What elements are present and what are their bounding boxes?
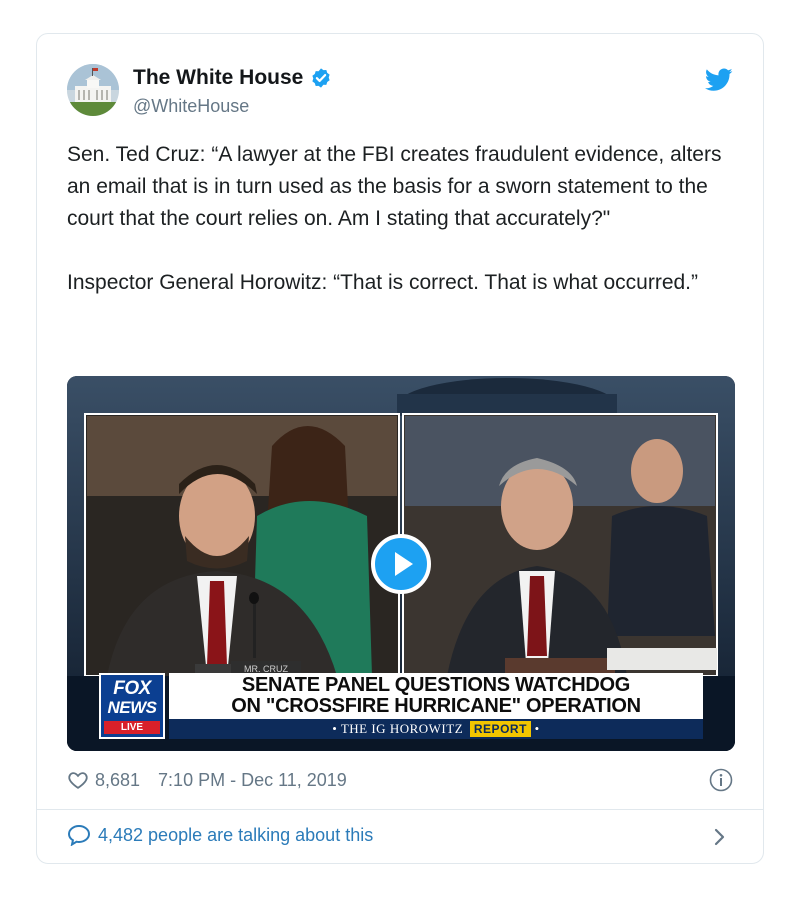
verified-badge-icon	[312, 68, 330, 88]
white-house-avatar-image	[67, 64, 119, 116]
news-chyron: FOX NEWS LIVE SENATE PANEL QUESTIONS WAT…	[99, 673, 703, 739]
headline-line-2: ON "CROSSFIRE HURRICANE" OPERATION	[231, 695, 641, 717]
author-display-name[interactable]: The White House	[133, 66, 303, 90]
tweet-paragraph-1: Sen. Ted Cruz: “A lawyer at the FBI crea…	[67, 143, 722, 230]
play-button[interactable]	[371, 534, 431, 594]
chyron-subline: • THE IG HOROWITZ REPORT •	[169, 719, 703, 739]
tweet-paragraph-2: Inspector General Horowitz: “That is cor…	[67, 271, 699, 294]
timestamp[interactable]: 7:10 PM - Dec 11, 2019	[158, 770, 347, 791]
fox-news-logo: FOX NEWS LIVE	[99, 673, 165, 739]
play-icon	[394, 552, 413, 576]
divider	[37, 809, 763, 810]
avatar[interactable]	[67, 64, 119, 116]
comment-bubble-icon	[67, 824, 91, 846]
author-row: The White House	[133, 66, 332, 90]
headline-line-1: SENATE PANEL QUESTIONS WATCHDOG	[241, 674, 631, 696]
logo-line-1: FOX	[113, 678, 151, 699]
live-badge: LIVE	[104, 721, 160, 734]
report-badge: REPORT	[469, 721, 531, 737]
conversation-link[interactable]: 4,482 people are talking about this	[67, 824, 373, 846]
tweet-text: Sen. Ted Cruz: “A lawyer at the FBI crea…	[67, 139, 747, 299]
talking-count-label: 4,482 people are talking about this	[98, 824, 374, 845]
like-count[interactable]: 8,681	[95, 770, 140, 791]
subline-suffix: •	[534, 721, 540, 736]
tweet-card: The White House @WhiteHouse Sen. Ted Cru…	[36, 33, 764, 864]
twitter-bird-icon[interactable]	[705, 68, 733, 92]
tweet-meta: 8,681 7:10 PM - Dec 11, 2019	[67, 767, 347, 793]
heart-icon[interactable]	[67, 769, 89, 791]
chevron-right-icon[interactable]	[713, 827, 727, 847]
author-handle[interactable]: @WhiteHouse	[133, 96, 249, 117]
video-player[interactable]: MR. CRUZ FOX NEWS LIVE SENATE PANEL QUES…	[67, 376, 735, 751]
subline-prefix: • THE IG HOROWITZ	[332, 721, 464, 736]
info-icon[interactable]	[709, 768, 733, 792]
logo-line-2: NEWS	[107, 698, 158, 717]
chyron-headline: SENATE PANEL QUESTIONS WATCHDOG ON "CROS…	[169, 673, 703, 719]
